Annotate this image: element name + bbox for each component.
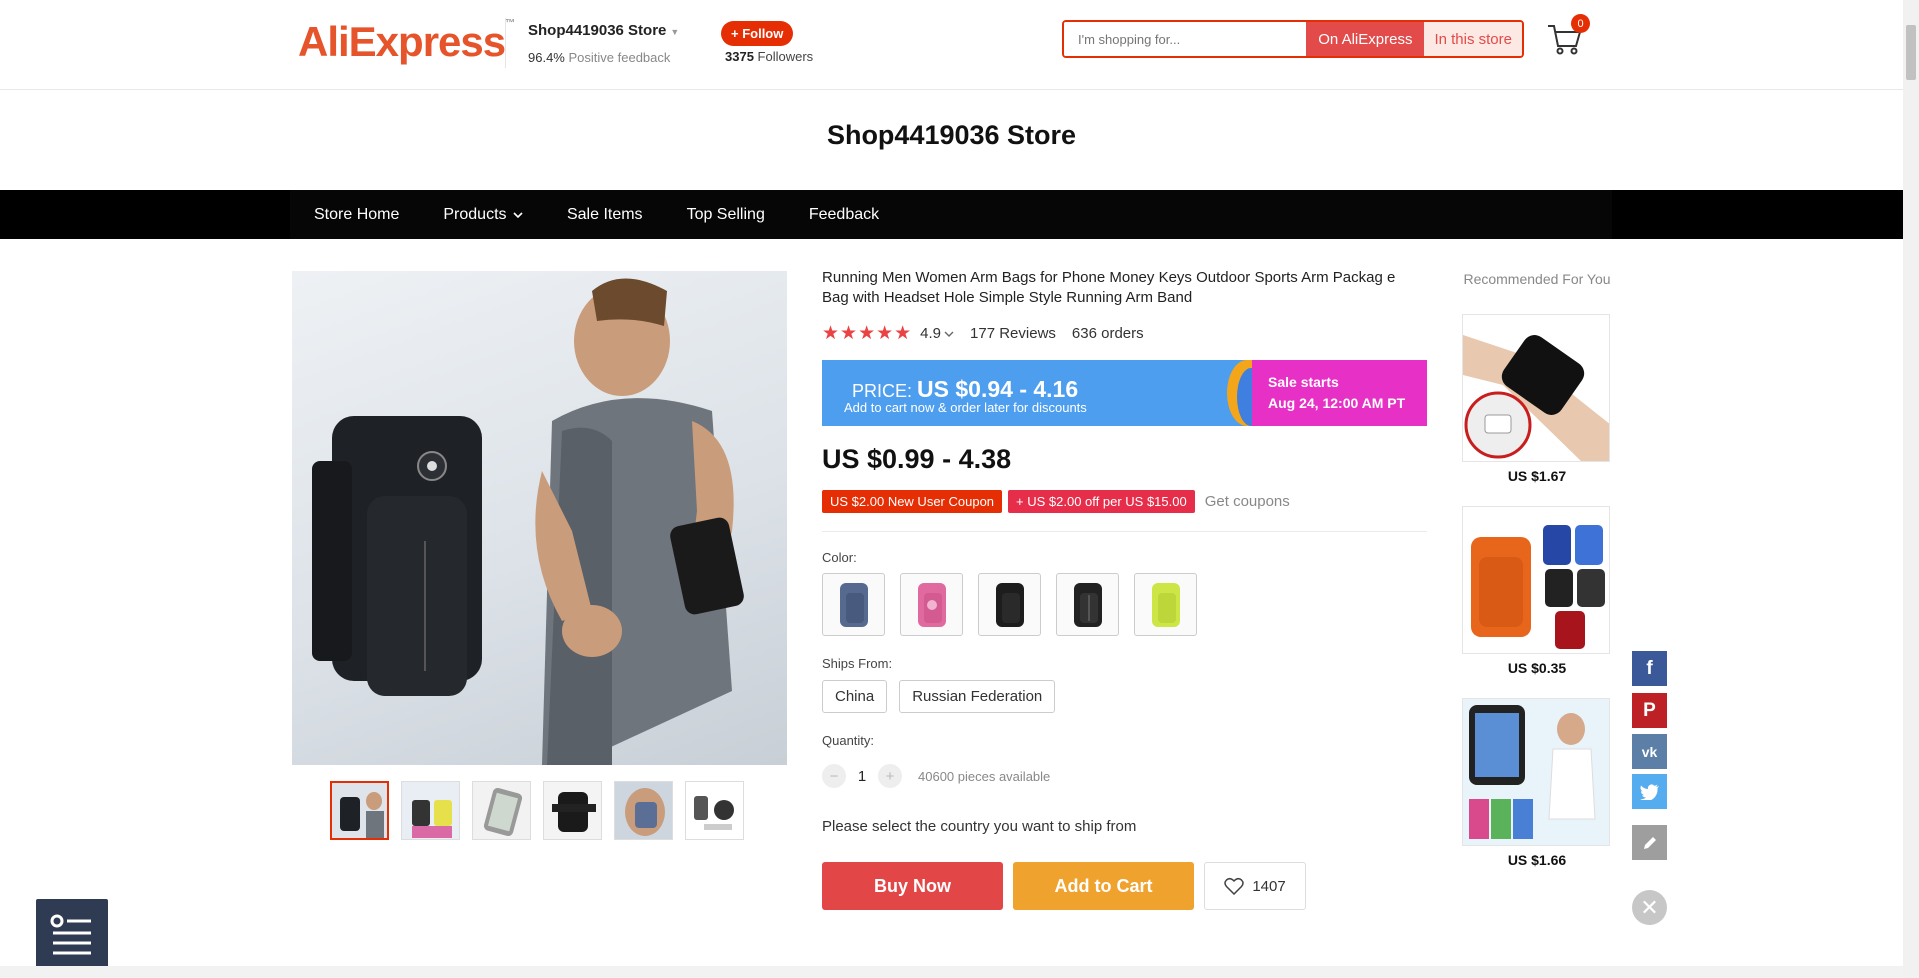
reviews-link[interactable]: 177 Reviews [970,325,1056,342]
scrollbar-thumb[interactable] [1906,25,1916,80]
coupon-row: US $2.00 New User Coupon + US $2.00 off … [822,490,1290,513]
followers-count: 3375 Followers [725,49,814,64]
buy-now-button[interactable]: Buy Now [822,862,1003,910]
minus-icon[interactable]: − [822,764,846,788]
thumbnail[interactable] [401,781,460,840]
rating-row: ★★★★★ 4.9 177 Reviews 636 orders [822,322,1144,345]
header-divider [505,18,506,68]
pinterest-icon[interactable]: P [1632,693,1667,728]
orders-count: 636 orders [1071,325,1144,342]
page-footer-strip [0,966,1903,978]
thumbnail[interactable] [614,781,673,840]
quantity-value[interactable]: 1 [846,768,878,785]
star-rating-icon: ★★★★★ [822,323,913,344]
ships-from-china[interactable]: China [822,680,888,713]
store-nav: Store Home Products Sale Items Top Selli… [0,190,1903,239]
cart-count-badge: 0 [1571,14,1590,33]
aliexpress-logo[interactable]: AliExpress™ [298,18,515,66]
recommended-price: US $1.66 [1507,852,1567,868]
heart-icon [1224,877,1245,895]
search-store-button[interactable]: In this store [1424,22,1522,56]
rating-value[interactable]: 4.9 [920,325,941,342]
facebook-icon[interactable]: f [1632,651,1667,686]
nav-products[interactable]: Products [443,206,523,224]
new-user-coupon[interactable]: US $2.00 New User Coupon [822,490,1003,513]
divider [822,531,1427,532]
pieces-available: 40600 pieces available [918,768,1051,784]
get-coupons-link[interactable]: Get coupons [1205,493,1290,510]
thumbnail[interactable] [543,781,602,840]
ships-from-label: Ships From: [822,656,893,671]
store-coupon[interactable]: + US $2.00 off per US $15.00 [1008,490,1195,513]
ships-from-russia[interactable]: Russian Federation [899,680,1056,713]
top-header: AliExpress™ Shop4419036 Store ▼ 96.4% Pos… [0,0,1903,90]
nav-top-selling[interactable]: Top Selling [687,206,765,224]
store-title: Shop4419036 Store [826,120,1077,150]
recommended-price: US $1.67 [1507,468,1567,484]
recommended-item[interactable]: US $1.66 [1462,698,1612,868]
quantity-stepper: − 1 + 40600 pieces available [822,764,1050,788]
price-banner: PRICE: US $0.94 - 4.16 Add to cart now &… [822,360,1427,426]
twitter-icon[interactable] [1632,774,1667,809]
search-input[interactable] [1064,22,1307,56]
sale-start-info: Sale starts Aug 24, 12:00 AM PT [1252,360,1427,426]
banner-subtext: Add to cart now & order later for discou… [844,400,1087,415]
store-name-link[interactable]: Shop4419036 Store ▼ [528,22,679,39]
add-to-cart-button[interactable]: Add to Cart [1013,862,1194,910]
banner-price: US $0.94 - 4.16 [917,376,1079,402]
chevron-down-icon: ▼ [670,27,680,37]
product-thumbnails [330,781,744,840]
thumbnail[interactable] [472,781,531,840]
nav-sale-items[interactable]: Sale Items [567,206,643,224]
search-bar: On AliExpress In this store [1062,20,1524,58]
product-main-image[interactable] [292,271,787,765]
close-icon[interactable]: ✕ [1632,890,1667,925]
thumbnail[interactable] [330,781,389,840]
search-aliexpress-button[interactable]: On AliExpress [1306,22,1425,56]
chevron-down-icon [513,211,523,218]
settings-menu-icon[interactable] [36,899,108,970]
color-swatches [822,573,1197,636]
thumbnail[interactable] [685,781,744,840]
color-swatch-green[interactable] [1134,573,1197,636]
product-title: Running Men Women Arm Bags for Phone Mon… [822,269,1396,306]
recommended-item[interactable]: US $1.67 [1462,314,1612,484]
color-swatch-black-gray[interactable] [1056,573,1119,636]
recommended-image[interactable] [1462,506,1610,654]
purchase-actions: Buy Now Add to Cart 1407 [822,862,1306,910]
color-swatch-blue[interactable] [822,573,885,636]
nav-feedback[interactable]: Feedback [809,206,879,224]
ship-country-message: Please select the country you want to sh… [822,818,1137,835]
edit-icon[interactable] [1632,825,1667,860]
ships-from-options: China Russian Federation [822,680,1056,713]
follow-button[interactable]: + Follow [721,21,794,46]
color-swatch-black[interactable] [978,573,1041,636]
plus-icon[interactable]: + [878,764,902,788]
color-swatch-pink[interactable] [900,573,963,636]
wishlist-button[interactable]: 1407 [1204,862,1306,910]
color-label: Color: [822,550,857,565]
recommended-title: Recommended For You [1463,271,1611,287]
recommended-image[interactable] [1462,698,1610,846]
chevron-down-icon[interactable] [944,330,954,338]
nav-store-home[interactable]: Store Home [314,206,399,224]
vk-icon[interactable]: vk [1632,734,1667,769]
recommended-image[interactable] [1462,314,1610,462]
recommended-item[interactable]: US $0.35 [1462,506,1612,676]
recommended-price: US $0.35 [1507,660,1567,676]
positive-feedback: 96.4% Positive feedback [528,50,671,65]
quantity-label: Quantity: [822,733,875,748]
scrollbar[interactable] [1903,0,1919,978]
wishlist-count: 1407 [1252,877,1286,895]
product-price: US $0.99 - 4.38 [822,444,1012,474]
